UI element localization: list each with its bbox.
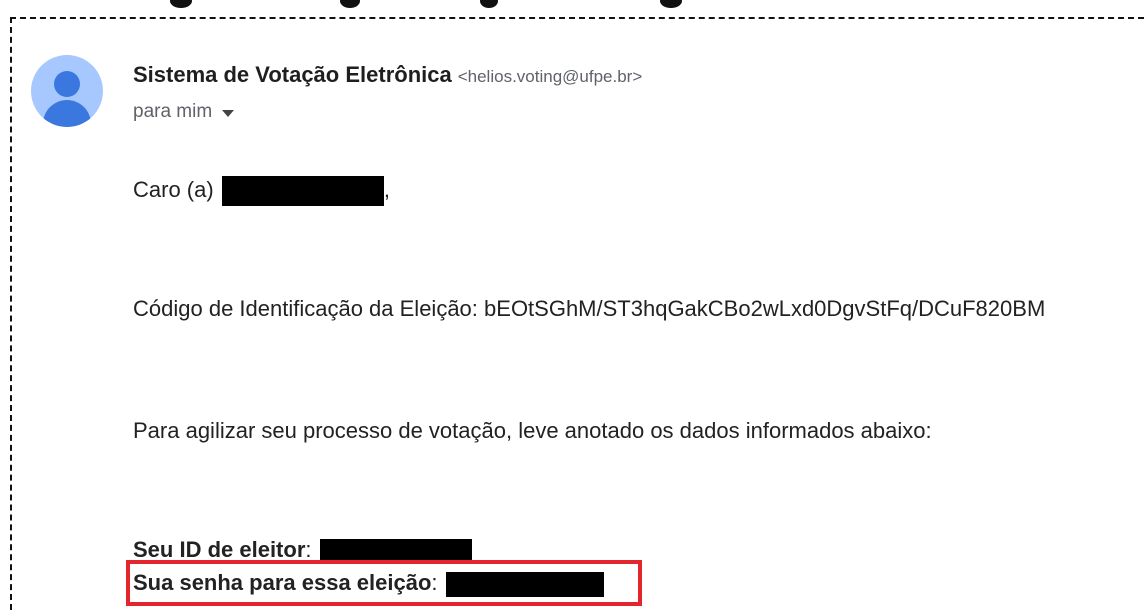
- election-code-value: bEOtSGhM/ST3hqGakCBo2wLxd0DgvStFq/DCuF82…: [484, 296, 1046, 321]
- recipient-label: para mim: [133, 101, 213, 122]
- greeting-suffix: ,: [383, 176, 390, 202]
- voter-id-separator: :: [305, 537, 312, 562]
- dashed-border-left: [10, 17, 12, 610]
- election-code-label: Código de Identificação da Eleição:: [133, 296, 478, 321]
- election-code-line: Código de Identificação da Eleição: bEOt…: [133, 296, 1045, 322]
- cropped-heading-remnant: [150, 0, 850, 12]
- sender-line: Sistema de Votação Eletrônica <helios.vot…: [133, 62, 642, 88]
- redacted-name: [221, 176, 384, 206]
- caret-down-icon[interactable]: [222, 109, 235, 117]
- avatar-head: [54, 71, 80, 97]
- sender-email: <helios.voting@ufpe.br>: [457, 67, 643, 86]
- instruction-line: Para agilizar seu processo de votação, l…: [133, 418, 932, 443]
- password-highlight-box: [126, 560, 642, 606]
- email-screenshot: Sistema de Votação Eletrônica <helios.vot…: [0, 0, 1144, 610]
- recipient-line[interactable]: para mim: [133, 101, 235, 123]
- greeting-prefix: Caro (a): [133, 176, 214, 202]
- avatar-body: [43, 100, 91, 127]
- dashed-border-top: [10, 17, 1144, 19]
- greeting-line: Caro (a) ,: [133, 176, 390, 206]
- person-avatar-icon[interactable]: [31, 55, 103, 127]
- voter-id-label: Seu ID de eleitor: [133, 537, 306, 562]
- sender-name[interactable]: Sistema de Votação Eletrônica: [133, 62, 452, 87]
